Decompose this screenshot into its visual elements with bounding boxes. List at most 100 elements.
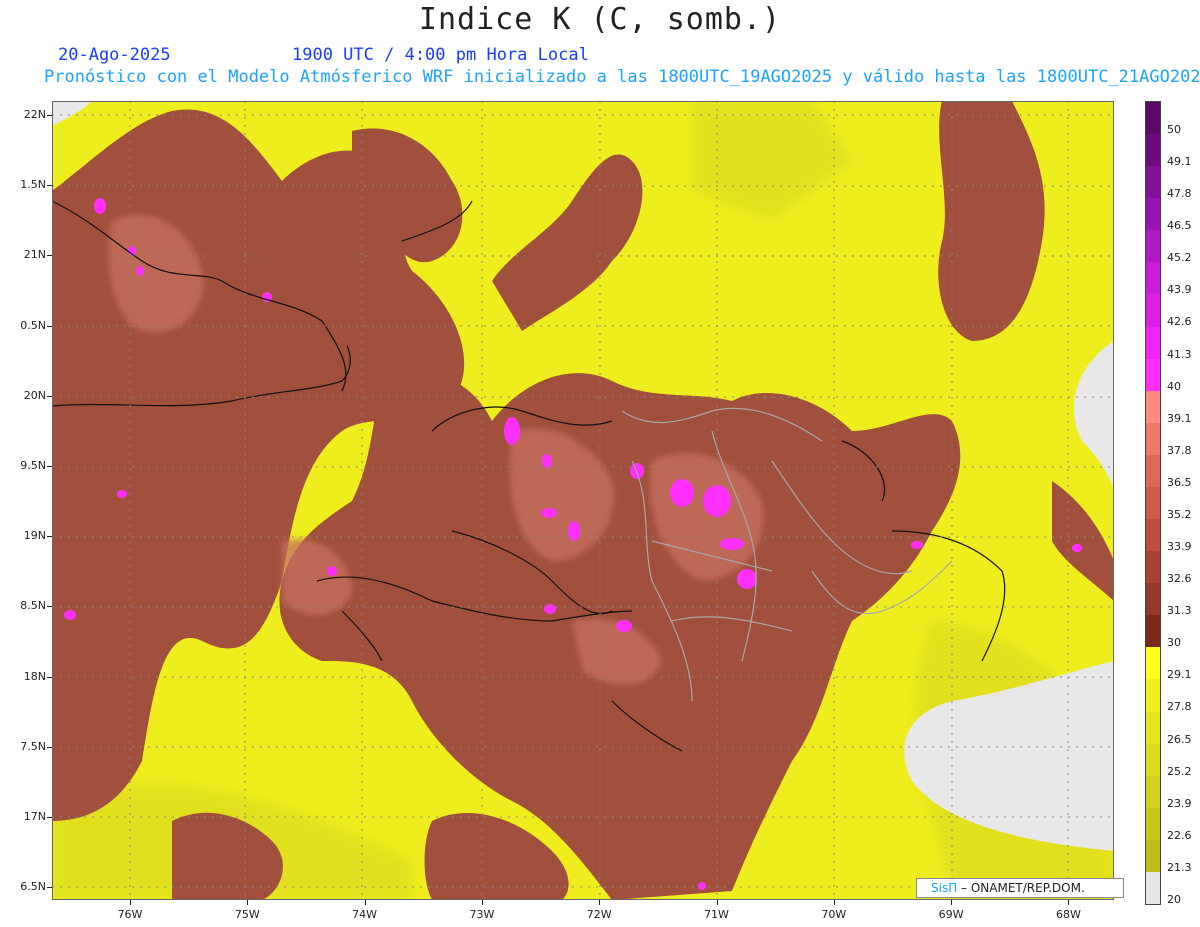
colorbar-swatch xyxy=(1146,807,1160,841)
latitude-tick xyxy=(47,817,52,818)
colorbar-label: 36.5 xyxy=(1167,475,1192,489)
latitude-label: 8.5N xyxy=(20,599,46,613)
colorbar-swatch xyxy=(1146,166,1160,199)
colorbar-label: 50 xyxy=(1167,123,1181,136)
longitude-label: 70W xyxy=(821,908,847,921)
latitude-label: 6.5N xyxy=(20,880,46,894)
colorbar-swatch xyxy=(1146,871,1160,905)
latitude-tick xyxy=(47,255,52,257)
colorbar-swatch xyxy=(1146,839,1160,873)
colorbar-label: 32.6 xyxy=(1167,572,1192,586)
longitude-tick xyxy=(833,900,835,905)
credit-box: SisΠ – ONAMET/REP.DOM. xyxy=(916,878,1124,898)
colorbar-swatch xyxy=(1146,198,1160,231)
colorbar-swatch xyxy=(1146,454,1160,488)
colorbar-label: 33.9 xyxy=(1167,540,1192,554)
longitude-tick xyxy=(1068,900,1070,905)
latitude-label: 1.5N xyxy=(20,178,46,192)
latitude-label: 9.5N xyxy=(20,459,46,472)
longitude-tick xyxy=(130,900,131,905)
colorbar-label: 31.3 xyxy=(1167,604,1192,618)
longitude-label: 71W xyxy=(704,908,729,921)
colorbar-swatch xyxy=(1146,326,1160,360)
map-title: Indice K (C, somb.) xyxy=(418,2,782,37)
colorbar-swatch xyxy=(1146,679,1160,713)
longitude-tick xyxy=(247,900,249,905)
colorbar-label: 46.5 xyxy=(1167,219,1192,233)
date-label: 20-Ago-2025 xyxy=(58,45,171,65)
longitude-label: 76W xyxy=(117,908,143,921)
latitude-tick xyxy=(47,115,52,116)
colorbar-label: 40 xyxy=(1167,379,1181,393)
longitude-tick xyxy=(716,900,718,905)
colorbar-label: 42.6 xyxy=(1167,315,1192,329)
latitude-tick xyxy=(47,606,52,608)
latitude-tick xyxy=(47,887,52,889)
colorbar-label: 49.1 xyxy=(1167,155,1192,169)
latitude-tick xyxy=(47,466,52,467)
longitude-label: 72W xyxy=(586,908,612,921)
time-label: 1900 UTC / 4:00 pm Hora Local xyxy=(292,45,589,65)
forecast-description: Pronóstico con el Modelo Atmósferico WRF… xyxy=(44,67,1200,87)
colorbar-swatch xyxy=(1146,551,1160,584)
longitude-label: 74W xyxy=(352,908,378,921)
longitude-tick xyxy=(599,900,601,905)
latitude-label: 17N xyxy=(23,810,46,823)
longitude-tick xyxy=(364,900,366,905)
colorbar-label: 47.8 xyxy=(1167,187,1192,201)
latitude-tick xyxy=(47,746,52,748)
colorbar-swatch xyxy=(1146,134,1160,167)
colorbar-swatch xyxy=(1146,647,1160,680)
credit-text: – ONAMET/REP.DOM. xyxy=(957,881,1085,895)
latitude-label: 0.5N xyxy=(20,318,46,332)
colorbar-label: 35.2 xyxy=(1167,507,1192,521)
latitude-label: 19N xyxy=(23,529,46,543)
longitude-tick xyxy=(951,900,953,905)
colorbar-swatch xyxy=(1146,390,1160,424)
latitude-tick xyxy=(47,536,52,538)
colorbar-swatch xyxy=(1146,230,1160,263)
colorbar-swatch xyxy=(1146,262,1160,295)
latitude-label: 21N xyxy=(23,248,46,262)
colorbar-swatch xyxy=(1146,615,1160,648)
colorbar-label: 45.2 xyxy=(1167,251,1192,265)
colorbar-label: 23.9 xyxy=(1167,796,1192,810)
colorbar-label: 43.9 xyxy=(1167,283,1192,297)
colorbar-label: 20 xyxy=(1167,892,1181,906)
colorbar-swatch xyxy=(1146,583,1160,616)
colorbar-label: 37.8 xyxy=(1167,443,1192,457)
colorbar-label: 27.8 xyxy=(1167,700,1192,714)
latitude-tick xyxy=(47,185,52,187)
longitude-label: 73W xyxy=(469,908,495,921)
colorbar-label: 30 xyxy=(1167,636,1181,650)
latitude-label: 20N xyxy=(23,388,46,402)
latitude-label: 18N xyxy=(23,669,46,683)
colorbar-label: 21.3 xyxy=(1167,860,1192,874)
colorbar-label: 29.1 xyxy=(1167,668,1192,682)
colorbar-swatch xyxy=(1146,743,1160,777)
latitude-tick xyxy=(47,395,52,397)
colorbar-swatch xyxy=(1146,711,1160,745)
longitude-label: 68W xyxy=(1055,908,1081,921)
colorbar-label: 41.3 xyxy=(1167,347,1192,361)
longitude-label: 69W xyxy=(938,908,964,921)
longitude-label: 75W xyxy=(234,908,260,921)
longitude-tick xyxy=(481,900,483,905)
colorbar-label: 22.6 xyxy=(1167,828,1192,842)
colorbar-label: 25.2 xyxy=(1167,764,1192,778)
colorbar-swatch xyxy=(1146,102,1160,135)
colorbar-swatch xyxy=(1146,294,1160,328)
latitude-label: 22N xyxy=(23,108,46,121)
latitude-tick xyxy=(47,325,52,327)
credit-brand: SisΠ xyxy=(931,881,958,895)
colorbar-swatch xyxy=(1146,422,1160,456)
colorbar-swatch xyxy=(1146,358,1160,392)
colorbar-label: 39.1 xyxy=(1167,411,1192,425)
colorbar-swatch xyxy=(1146,519,1160,552)
latitude-label: 7.5N xyxy=(20,739,46,753)
colorbar-swatch xyxy=(1146,486,1160,520)
latitude-tick xyxy=(47,676,52,678)
colorbar-swatch xyxy=(1146,775,1160,809)
k-index-map xyxy=(52,101,1114,900)
colorbar-label: 26.5 xyxy=(1167,732,1192,746)
